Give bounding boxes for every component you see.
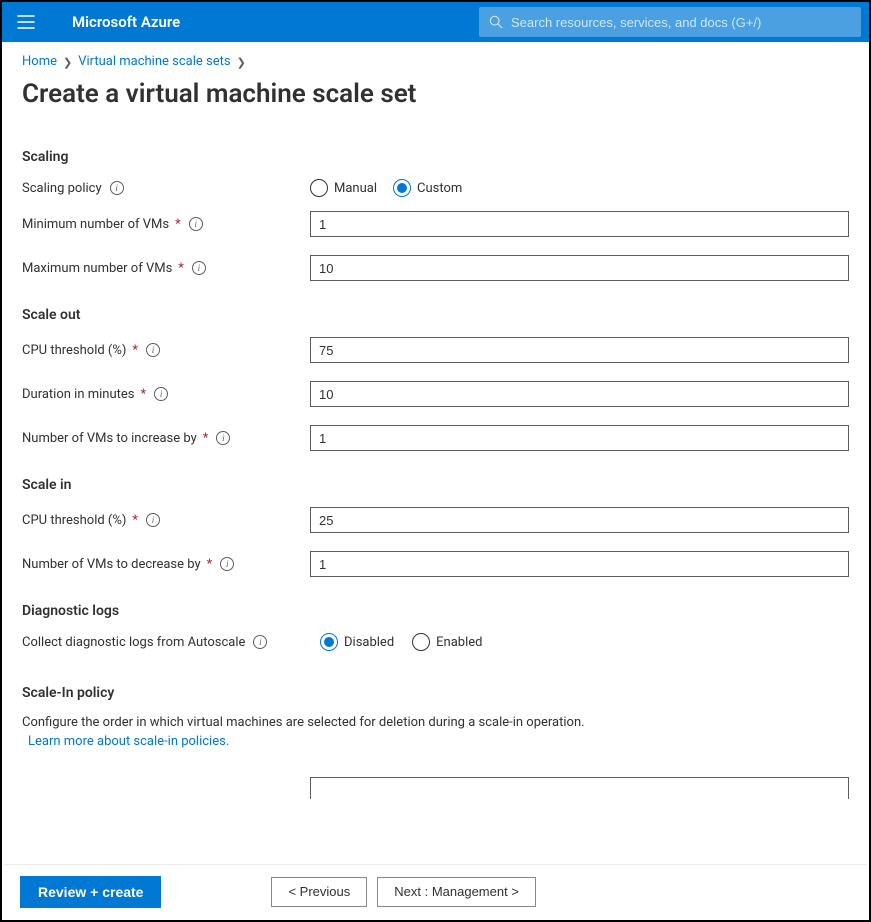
section-heading-scale-out: Scale out: [22, 307, 849, 323]
radio-icon: [320, 633, 338, 651]
row-scalein-decrease: Number of VMs to decrease by * i: [22, 551, 849, 577]
chevron-right-icon: ❯: [237, 56, 246, 69]
breadcrumb-vmss[interactable]: Virtual machine scale sets: [78, 54, 230, 69]
required-asterisk: *: [132, 513, 138, 528]
info-icon[interactable]: i: [192, 261, 206, 275]
row-diag-collect: Collect diagnostic logs from Autoscale i…: [22, 633, 849, 651]
breadcrumb-home[interactable]: Home: [22, 54, 57, 69]
breadcrumb: Home ❯ Virtual machine scale sets ❯: [22, 54, 849, 69]
diag-options: Disabled Enabled: [338, 633, 849, 651]
radio-label-enabled: Enabled: [436, 635, 482, 650]
radio-scaling-manual[interactable]: Manual: [310, 179, 377, 197]
previous-button[interactable]: < Previous: [271, 877, 367, 907]
radio-diag-disabled[interactable]: Disabled: [320, 633, 394, 651]
row-cutoff: [22, 777, 849, 799]
section-heading-scaling: Scaling: [22, 149, 849, 165]
chevron-right-icon: ❯: [63, 56, 72, 69]
hamburger-menu-button[interactable]: [10, 6, 42, 38]
section-heading-scalein-policy: Scale-In policy: [22, 685, 849, 701]
input-scaleout-increase[interactable]: [310, 425, 849, 451]
global-search[interactable]: [479, 7, 861, 37]
select-value-cutoff: [319, 782, 322, 798]
info-icon[interactable]: i: [146, 513, 160, 527]
scaleout-duration-label-text: Duration in minutes: [22, 387, 134, 402]
scaleout-increase-label-text: Number of VMs to increase by: [22, 431, 197, 446]
section-heading-scale-in: Scale in: [22, 477, 849, 493]
radio-scaling-custom[interactable]: Custom: [393, 179, 462, 197]
min-vms-label-text: Minimum number of VMs: [22, 217, 169, 232]
radio-label-disabled: Disabled: [344, 635, 394, 650]
required-asterisk: *: [132, 343, 138, 358]
global-search-input[interactable]: [511, 15, 851, 30]
input-scalein-decrease[interactable]: [310, 551, 849, 577]
page-title: Create a virtual machine scale set: [22, 79, 849, 109]
info-icon[interactable]: i: [110, 181, 124, 195]
label-scalein-cpu: CPU threshold (%) * i: [22, 513, 310, 528]
input-max-vms[interactable]: [310, 255, 849, 281]
hamburger-icon: [17, 13, 35, 31]
input-min-vms[interactable]: [310, 211, 849, 237]
info-icon[interactable]: i: [220, 557, 234, 571]
input-scalein-cpu[interactable]: [310, 507, 849, 533]
label-scaleout-duration: Duration in minutes * i: [22, 387, 310, 402]
required-asterisk: *: [207, 557, 213, 572]
radio-diag-enabled[interactable]: Enabled: [412, 633, 482, 651]
content-area: Home ❯ Virtual machine scale sets ❯ Crea…: [2, 42, 869, 864]
input-scaleout-duration[interactable]: [310, 381, 849, 407]
label-cutoff: [22, 777, 310, 796]
select-scalein-policy[interactable]: [310, 777, 849, 799]
required-asterisk: *: [203, 431, 209, 446]
required-asterisk: *: [175, 217, 181, 232]
scalein-cpu-label-text: CPU threshold (%): [22, 513, 126, 528]
scalein-policy-learn-more-link[interactable]: Learn more about scale-in policies.: [28, 734, 229, 749]
diag-collect-label-text: Collect diagnostic logs from Autoscale: [22, 635, 245, 650]
search-icon: [489, 15, 503, 29]
input-scaleout-cpu[interactable]: [310, 337, 849, 363]
label-scalein-decrease: Number of VMs to decrease by * i: [22, 557, 310, 572]
radio-icon: [393, 179, 411, 197]
row-min-vms: Minimum number of VMs * i: [22, 211, 849, 237]
next-button[interactable]: Next : Management >: [377, 877, 536, 907]
radio-icon: [412, 633, 430, 651]
form-body: Scaling Scaling policy i Manual Custom M…: [22, 149, 849, 864]
max-vms-label-text: Maximum number of VMs: [22, 261, 172, 276]
info-icon[interactable]: i: [146, 343, 160, 357]
label-scaleout-increase: Number of VMs to increase by * i: [22, 431, 310, 446]
label-scaleout-cpu: CPU threshold (%) * i: [22, 343, 310, 358]
row-scaling-policy: Scaling policy i Manual Custom: [22, 179, 849, 197]
info-icon[interactable]: i: [216, 431, 230, 445]
radio-icon: [310, 179, 328, 197]
scalein-decrease-label-text: Number of VMs to decrease by: [22, 557, 201, 572]
required-asterisk: *: [140, 387, 146, 402]
info-icon[interactable]: i: [189, 217, 203, 231]
brand-label: Microsoft Azure: [72, 13, 180, 31]
radio-label-custom: Custom: [417, 181, 462, 196]
section-heading-diagnostic: Diagnostic logs: [22, 603, 849, 619]
info-icon[interactable]: i: [253, 635, 267, 649]
scalein-policy-desc: Configure the order in which virtual mac…: [22, 715, 849, 730]
label-min-vms: Minimum number of VMs * i: [22, 217, 310, 232]
wizard-footer: Review + create < Previous Next : Manage…: [4, 864, 867, 918]
row-max-vms: Maximum number of VMs * i: [22, 255, 849, 281]
row-scaleout-increase: Number of VMs to increase by * i: [22, 425, 849, 451]
row-scaleout-cpu: CPU threshold (%) * i: [22, 337, 849, 363]
scaling-policy-label-text: Scaling policy: [22, 181, 102, 196]
scaling-policy-options: Manual Custom: [310, 179, 849, 197]
label-scaling-policy: Scaling policy i: [22, 181, 310, 196]
scaleout-cpu-label-text: CPU threshold (%): [22, 343, 126, 358]
info-icon[interactable]: i: [154, 387, 168, 401]
row-scaleout-duration: Duration in minutes * i: [22, 381, 849, 407]
row-scalein-cpu: CPU threshold (%) * i: [22, 507, 849, 533]
radio-label-manual: Manual: [334, 181, 377, 196]
label-max-vms: Maximum number of VMs * i: [22, 261, 310, 276]
required-asterisk: *: [178, 261, 184, 276]
top-bar: Microsoft Azure: [2, 2, 869, 42]
label-diag-collect: Collect diagnostic logs from Autoscale i: [22, 635, 338, 650]
review-create-button[interactable]: Review + create: [20, 876, 161, 908]
